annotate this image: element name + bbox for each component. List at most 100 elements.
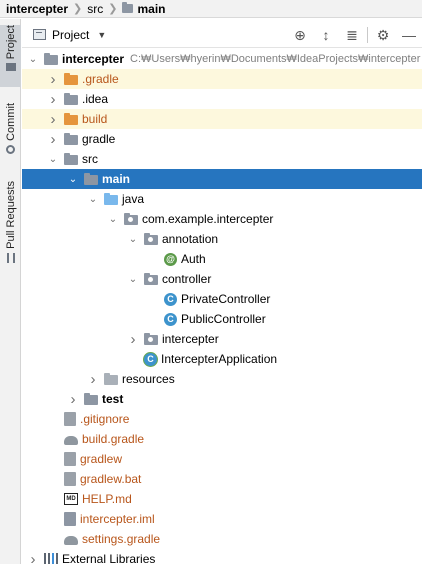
chevron-right-icon: ❯ [108, 3, 118, 15]
folder-icon [64, 133, 78, 145]
tree-node-label: PublicController [181, 312, 266, 326]
tree-node[interactable]: ⌄ intercepter C:₩Users₩hyerin₩Documents₩Id… [22, 49, 422, 69]
side-tab-commit-label: Commit [4, 103, 17, 141]
tree-node-label: HELP.md [82, 492, 132, 506]
tree-node[interactable]: › .gradle [22, 69, 422, 89]
tree-node[interactable]: ⌄ java [22, 189, 422, 209]
breadcrumb-project[interactable]: intercepter [6, 2, 68, 16]
minimize-icon[interactable]: — [396, 22, 422, 48]
chevron-down-icon[interactable]: ▼ [97, 30, 106, 40]
class-icon: C [164, 292, 177, 306]
tree-node[interactable]: ⌄ main [22, 169, 422, 189]
module-file-icon [64, 512, 76, 526]
tree-node[interactable]: @ Auth [22, 249, 422, 269]
tree-node[interactable]: ⌄ annotation [22, 229, 422, 249]
package-icon [144, 273, 158, 285]
chevron-right-icon[interactable]: › [48, 91, 58, 108]
project-folder-icon [5, 63, 16, 72]
expand-all-icon[interactable]: ↕ [313, 22, 339, 48]
chevron-right-icon[interactable]: › [28, 551, 38, 564]
gradle-icon [64, 435, 78, 445]
tree-node[interactable]: gradlew [22, 449, 422, 469]
chevron-down-icon[interactable]: ⌄ [128, 234, 138, 245]
excluded-folder-icon [64, 113, 78, 125]
tree-node-label: settings.gradle [82, 532, 161, 546]
tree-node[interactable]: ⌄ src [22, 149, 422, 169]
tree-node[interactable]: .gitignore [22, 409, 422, 429]
chevron-right-icon[interactable]: › [68, 391, 78, 408]
tree-node[interactable]: › build [22, 109, 422, 129]
tree-node-label: gradle [82, 132, 116, 146]
chevron-right-icon[interactable]: › [48, 131, 58, 148]
tree-node[interactable]: build.gradle [22, 429, 422, 449]
tree-node-label: .gitignore [80, 412, 130, 426]
package-icon [144, 233, 158, 245]
tree-node-label: main [102, 172, 131, 186]
tree-node[interactable]: gradlew.bat [22, 469, 422, 489]
excluded-folder-icon [64, 73, 78, 85]
breadcrumb-main-label: main [137, 1, 166, 16]
toolbar-divider [367, 27, 368, 43]
project-path: C:₩Users₩hyerin₩Documents₩IdeaProjects₩i… [130, 53, 421, 65]
chevron-down-icon[interactable]: ⌄ [88, 194, 98, 205]
tree-node[interactable]: › test [22, 389, 422, 409]
tree-node[interactable]: ⌄ controller [22, 269, 422, 289]
tree-node[interactable]: MD HELP.md [22, 489, 422, 509]
annotation-icon: @ [164, 252, 177, 266]
tree-node-label: com.example.intercepter [142, 212, 274, 226]
tree-node[interactable]: › gradle [22, 129, 422, 149]
tree-node[interactable]: ⌄ com.example.intercepter [22, 209, 422, 229]
file-icon [64, 472, 76, 486]
collapse-all-icon[interactable]: ≣ [339, 22, 365, 48]
tree-node[interactable]: C PrivateController [22, 289, 422, 309]
tree-node[interactable]: › intercepter [22, 329, 422, 349]
chevron-down-icon[interactable]: ⌄ [28, 54, 38, 65]
tree-node[interactable]: › External Libraries [22, 549, 422, 564]
libraries-icon [44, 553, 58, 564]
chevron-right-icon[interactable]: › [48, 111, 58, 128]
folder-icon [64, 153, 78, 165]
project-view-selector[interactable]: Project [52, 28, 89, 42]
chevron-down-icon[interactable]: ⌄ [128, 274, 138, 285]
chevron-down-icon[interactable]: ⌄ [108, 214, 118, 225]
breadcrumb-main[interactable]: main [122, 2, 165, 16]
tree-node-label: src [82, 152, 98, 166]
tree-node-label: intercepter [162, 332, 219, 346]
project-view-icon [33, 29, 46, 40]
side-tab-pull-requests[interactable]: Pull Requests [0, 181, 21, 271]
tree-node[interactable]: settings.gradle [22, 529, 422, 549]
tree-node[interactable]: C IntercepterApplication [22, 349, 422, 369]
tree-node[interactable]: › .idea [22, 89, 422, 109]
folder-icon [122, 2, 134, 13]
chevron-down-icon[interactable]: ⌄ [48, 154, 58, 165]
tree-node[interactable]: › resources [22, 369, 422, 389]
tree-node-label: PrivateController [181, 292, 271, 306]
locate-file-icon[interactable]: ⊕ [287, 22, 313, 48]
chevron-right-icon: ❯ [73, 3, 83, 15]
package-icon [124, 213, 138, 225]
side-tab-project[interactable]: Project [0, 25, 21, 87]
tree-node-label: External Libraries [62, 552, 156, 564]
tree-node-label: build.gradle [82, 432, 145, 446]
gear-icon[interactable]: ⚙ [370, 22, 396, 48]
module-folder-icon [44, 53, 58, 65]
chevron-right-icon[interactable]: › [48, 71, 58, 88]
breadcrumb-src[interactable]: src [87, 2, 103, 16]
tree-node[interactable]: intercepter.iml [22, 509, 422, 529]
chevron-right-icon[interactable]: › [88, 371, 98, 388]
tree-node-label: intercepter [62, 52, 125, 66]
tree-node[interactable]: C PublicController [22, 309, 422, 329]
chevron-right-icon[interactable]: › [128, 331, 138, 348]
side-tab-pull-requests-label: Pull Requests [4, 181, 17, 249]
commit-icon [6, 144, 15, 154]
source-folder-icon [104, 193, 118, 205]
side-tab-commit[interactable]: Commit [0, 103, 21, 165]
chevron-down-icon[interactable]: ⌄ [68, 174, 78, 185]
